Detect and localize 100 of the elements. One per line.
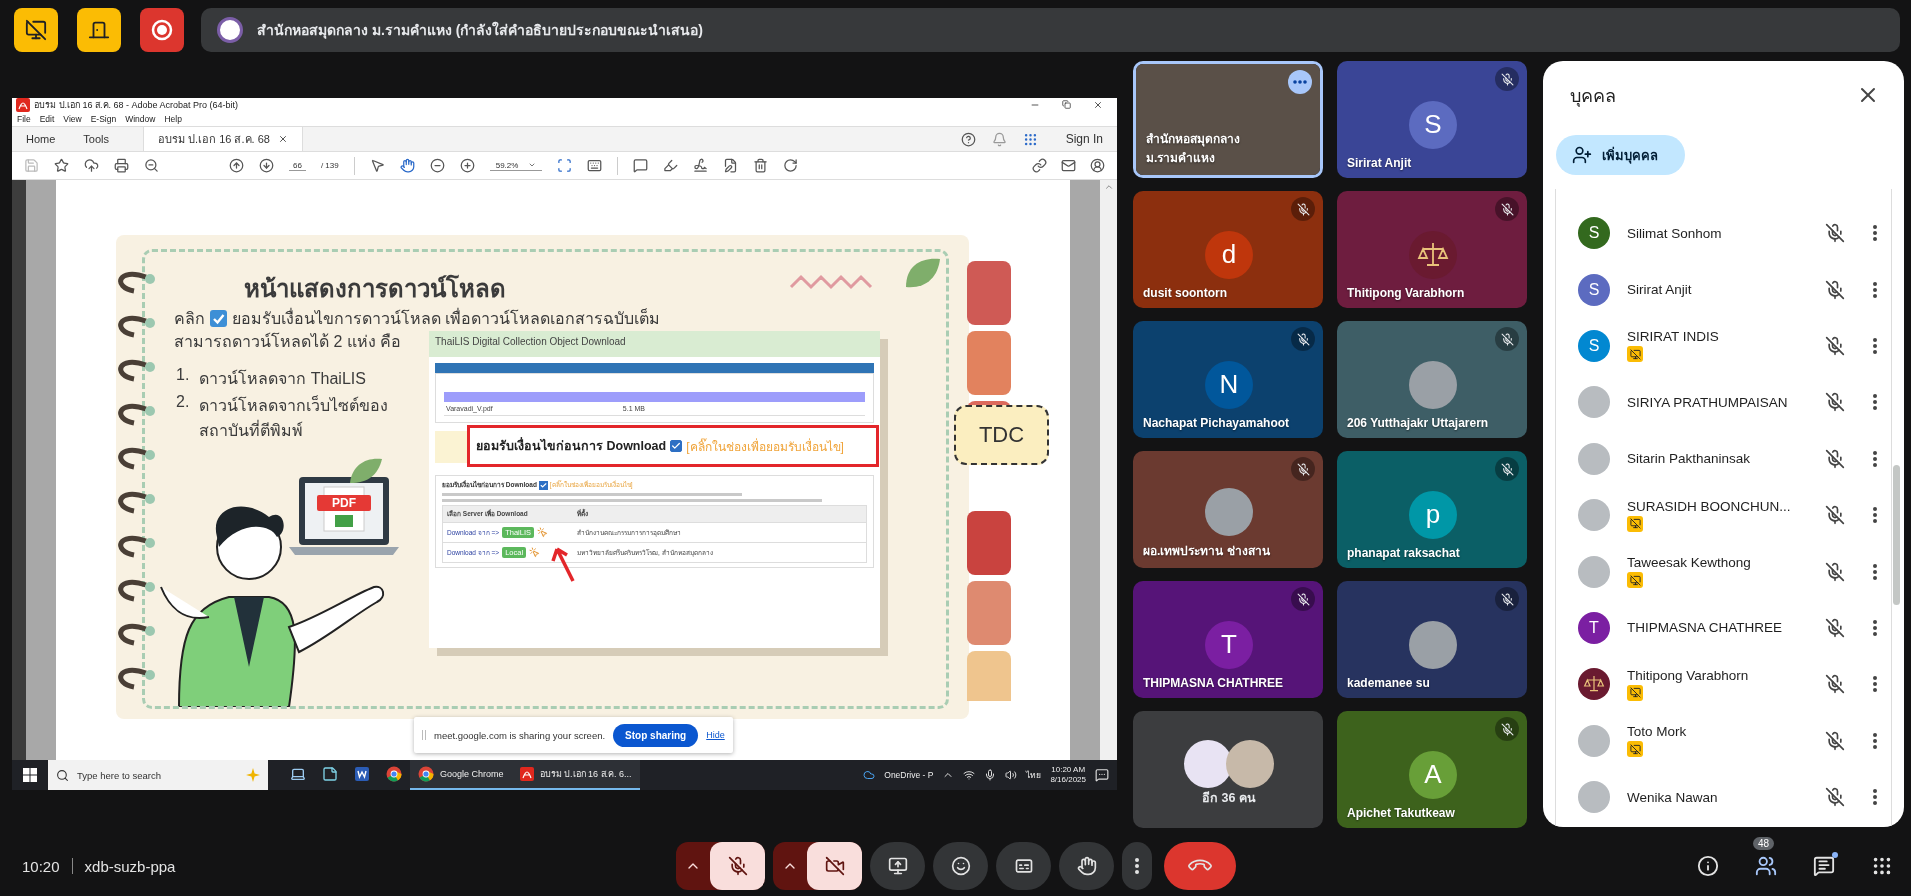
drag-handle-icon[interactable]	[422, 730, 426, 740]
camera-button[interactable]	[807, 842, 862, 890]
pointer-icon[interactable]	[369, 158, 385, 173]
more-button[interactable]	[1873, 281, 1877, 298]
person-row[interactable]: Sitarin Pakthaninsak	[1556, 430, 1891, 487]
notifications-icon[interactable]	[1095, 768, 1109, 782]
browser-icon[interactable]	[418, 766, 434, 782]
help-icon[interactable]	[960, 131, 976, 147]
note-icon[interactable]	[322, 766, 338, 782]
tab[interactable]: Tools	[69, 127, 124, 151]
close-icon[interactable]	[1093, 100, 1103, 110]
add-people-button[interactable]: เพิ่มบุคคล	[1556, 135, 1685, 175]
captions-button[interactable]	[996, 842, 1051, 890]
microphone-button[interactable]	[710, 842, 765, 890]
signature-icon[interactable]	[693, 158, 709, 173]
apps-icon[interactable]	[1022, 131, 1038, 147]
edit-file-icon[interactable]	[723, 158, 739, 173]
more-button[interactable]	[1873, 563, 1877, 580]
person-row[interactable]: S Silimat Sonhom	[1556, 205, 1891, 262]
document-app-icon[interactable]	[354, 766, 370, 782]
scrollbar[interactable]	[1893, 465, 1900, 605]
tab[interactable]: Home	[12, 127, 70, 151]
taskbar-app[interactable]: Google Chrome	[410, 760, 512, 790]
tray-app[interactable]: OneDrive - P	[884, 770, 934, 780]
mic-off-button[interactable]	[1825, 674, 1845, 695]
person-row[interactable]: Taweesak Kewthong	[1556, 543, 1891, 600]
stop-sharing-button[interactable]: Stop sharing	[613, 723, 699, 747]
hand-icon[interactable]	[399, 158, 415, 173]
zoom-field[interactable]: 59.2%	[489, 160, 543, 171]
network-icon[interactable]	[963, 769, 976, 781]
person-row[interactable]: T THIPMASNA CHATHREE	[1556, 599, 1891, 657]
next-page-icon[interactable]	[259, 158, 274, 173]
delete-icon[interactable]	[753, 158, 769, 173]
hide-link[interactable]: Hide	[706, 730, 725, 740]
mail-icon[interactable]	[1061, 158, 1076, 173]
windows-logo-icon[interactable]	[23, 768, 37, 782]
menu-item[interactable]: File	[17, 114, 31, 124]
person-row[interactable]: SURASIDH BOONCHUN...	[1556, 486, 1891, 544]
bell-icon[interactable]	[991, 131, 1007, 147]
sign-in-link[interactable]: Sign In	[1065, 132, 1103, 146]
leave-call-button[interactable]	[1164, 842, 1236, 890]
browser-icon[interactable]	[386, 766, 402, 782]
highlighter-icon[interactable]	[663, 158, 679, 173]
more-button[interactable]	[1873, 732, 1877, 749]
mic-off-button[interactable]	[1825, 505, 1845, 526]
menu-item[interactable]: View	[63, 114, 82, 124]
fit-page-icon[interactable]	[557, 158, 573, 173]
person-row[interactable]: Toto Mork	[1556, 712, 1891, 769]
taskbar-clock[interactable]: 10:20 AM 8/16/2025	[1050, 765, 1086, 785]
mic-off-button[interactable]	[1825, 392, 1845, 413]
laptop-icon[interactable]	[290, 766, 306, 782]
search-field[interactable]: Type here to search	[48, 760, 268, 790]
restore-icon[interactable]	[1062, 100, 1071, 109]
tab[interactable]: อบรม ป.เอก 16 ส.ค. 68	[143, 127, 303, 151]
person-row[interactable]: S SIRIRAT INDIS	[1556, 317, 1891, 375]
menu-item[interactable]: Window	[125, 114, 156, 124]
emoji-button[interactable]	[933, 842, 988, 890]
microphone-icon[interactable]	[984, 769, 997, 781]
mic-off-button[interactable]	[1825, 561, 1845, 582]
menu-item[interactable]: Help	[164, 114, 182, 124]
door-button[interactable]	[77, 8, 121, 52]
record-button[interactable]	[140, 8, 184, 52]
previous-page-icon[interactable]	[229, 158, 244, 173]
taskbar-app[interactable]: อบรม ป.เอก 16 ส.ค. 6...	[511, 760, 640, 790]
person-row[interactable]: Wenika Nawan	[1556, 768, 1891, 826]
more-button[interactable]	[1873, 450, 1877, 467]
zoom-out-icon[interactable]	[144, 158, 159, 173]
monitor-off-button[interactable]	[14, 8, 58, 52]
mic-off-button[interactable]	[1825, 787, 1845, 808]
more-button[interactable]	[1873, 619, 1877, 636]
zoom-out-icon[interactable]	[429, 158, 445, 173]
menu-item[interactable]: Edit	[39, 114, 55, 124]
cloud-icon[interactable]	[863, 769, 876, 781]
page-field[interactable]: 66	[289, 160, 306, 171]
menu-item[interactable]: E-Sign	[90, 114, 117, 124]
more-button[interactable]	[1873, 337, 1877, 354]
language-indicator[interactable]: ไทย	[1026, 768, 1042, 782]
person-row[interactable]: S Sirirat Anjit	[1556, 261, 1891, 318]
mic-off-button[interactable]	[1825, 223, 1845, 244]
more-button[interactable]	[1873, 394, 1877, 411]
keyboard-icon[interactable]	[587, 158, 603, 173]
mic-off-button[interactable]	[1825, 335, 1845, 356]
mic-off-button[interactable]	[1825, 279, 1845, 300]
pdf-app-icon[interactable]	[519, 767, 534, 781]
print-icon[interactable]	[114, 158, 129, 173]
present-button[interactable]	[870, 842, 925, 890]
raise-hand-button[interactable]	[1059, 842, 1114, 890]
person-row[interactable]: Thitipong Varabhorn	[1556, 656, 1891, 713]
link-icon[interactable]	[1032, 158, 1047, 173]
more-button[interactable]	[1873, 676, 1877, 693]
more-button[interactable]	[1873, 507, 1877, 524]
person-row[interactable]: SIRIYA PRATHUMPAISAN	[1556, 374, 1891, 431]
mic-off-button[interactable]	[1825, 448, 1845, 469]
rotate-icon[interactable]	[783, 158, 799, 173]
more-button[interactable]	[1122, 842, 1152, 890]
mic-off-button[interactable]	[1825, 617, 1845, 638]
upload-icon[interactable]	[84, 158, 99, 173]
mic-off-button[interactable]	[1825, 730, 1845, 751]
checkbox[interactable]	[538, 480, 548, 490]
more-button[interactable]	[1873, 225, 1877, 242]
